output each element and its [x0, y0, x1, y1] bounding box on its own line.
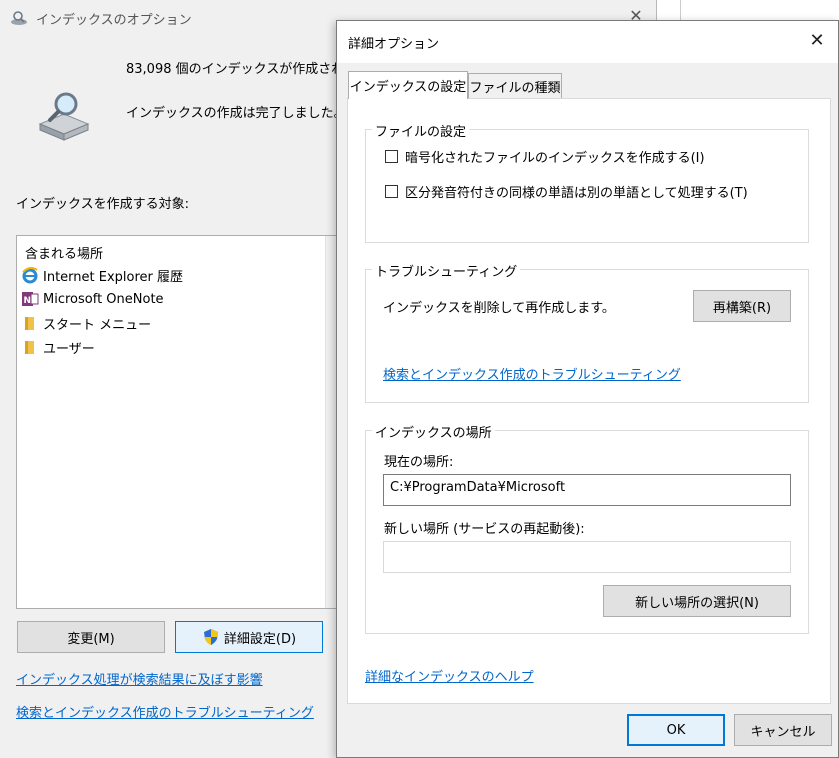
folder-icon — [25, 317, 34, 330]
dialog-title: 詳細オプション — [348, 37, 440, 52]
current-location-label: 現在の場所: — [384, 455, 454, 470]
list-item[interactable]: N Microsoft OneNote — [21, 288, 164, 310]
list-item-label: スタート メニュー — [43, 317, 152, 333]
encrypt-files-label: 暗号化されたファイルのインデックスを作成する(I) — [405, 151, 705, 166]
ok-button[interactable]: OK — [627, 714, 725, 746]
diacritics-label: 区分発音符付きの同様の単語は別の単語として処理する(T) — [405, 186, 748, 201]
file-settings-group: ファイルの設定 暗号化されたファイルのインデックスを作成する(I) 区分発音符付… — [365, 121, 809, 243]
change-button[interactable]: 変更(M) — [17, 621, 165, 653]
tab-index-settings[interactable]: インデックスの設定 — [348, 71, 468, 99]
included-locations-list[interactable]: 含まれる場所 Internet Explorer 履歴 N Microsoft … — [16, 235, 338, 609]
list-item-label: ユーザー — [43, 341, 95, 357]
list-item[interactable]: スタート メニュー — [21, 312, 151, 334]
select-new-location-button[interactable]: 新しい場所の選択(N) — [603, 585, 791, 617]
new-location-field[interactable] — [383, 541, 791, 573]
uac-shield-icon — [203, 629, 218, 645]
new-location-label: 新しい場所 (サービスの再起動後): — [384, 522, 585, 537]
index-target-label: インデックスを作成する対象: — [16, 197, 189, 212]
list-item-label: Internet Explorer 履歴 — [43, 269, 184, 285]
troubleshoot-link[interactable]: 検索とインデックス作成のトラブルシューティング — [16, 702, 314, 721]
cancel-button[interactable]: キャンセル — [734, 714, 832, 746]
encrypt-files-checkbox[interactable] — [385, 150, 398, 163]
group-title: インデックスの場所 — [372, 422, 495, 441]
advanced-settings-button[interactable]: 詳細設定(D) — [175, 621, 323, 653]
tab-file-types[interactable]: ファイルの種類 — [468, 73, 562, 99]
svg-text:N: N — [24, 296, 32, 306]
list-column-header: 含まれる場所 — [25, 247, 104, 262]
rebuild-button[interactable]: 再構築(R) — [693, 290, 791, 322]
index-help-link[interactable]: 詳細なインデックスのヘルプ — [365, 666, 534, 685]
indexed-item-count: 83,098 個のインデックスが作成されま — [126, 62, 358, 77]
list-item[interactable]: Internet Explorer 履歴 — [21, 264, 183, 286]
advanced-settings-label: 詳細設定(D) — [223, 631, 297, 647]
rebuild-description: インデックスを削除して再作成します。 — [383, 301, 615, 316]
group-title: トラブルシューティング — [372, 261, 521, 280]
hard-drive-search-icon — [38, 92, 90, 141]
troubleshooting-group: トラブルシューティング インデックスを削除して再作成します。 再構築(R) 検索… — [365, 261, 809, 403]
indexing-app-icon — [11, 11, 27, 25]
onenote-icon: N — [22, 292, 39, 306]
list-item-label: Microsoft OneNote — [43, 291, 164, 307]
indexing-status: インデックスの作成は完了しました。 — [126, 106, 347, 121]
group-title: ファイルの設定 — [372, 121, 470, 140]
index-settings-panel: ファイルの設定 暗号化されたファイルのインデックスを作成する(I) 区分発音符付… — [347, 98, 831, 704]
close-icon[interactable]: ✕ — [805, 29, 829, 53]
dialog-titlebar: 詳細オプション ✕ — [337, 21, 838, 63]
encrypt-files-option[interactable]: 暗号化されたファイルのインデックスを作成する(I) — [385, 147, 705, 166]
current-location-field[interactable]: C:¥ProgramData¥Microsoft — [383, 474, 791, 506]
folder-icon — [25, 341, 34, 354]
window-title: インデックスのオプション — [36, 13, 192, 28]
diacritics-checkbox[interactable] — [385, 185, 398, 198]
index-location-group: インデックスの場所 現在の場所: C:¥ProgramData¥Microsof… — [365, 422, 809, 634]
ie-icon — [22, 266, 38, 284]
troubleshoot-link[interactable]: 検索とインデックス作成のトラブルシューティング — [383, 364, 681, 383]
advanced-options-dialog: 詳細オプション ✕ インデックスの設定 ファイルの種類 ファイルの設定 暗号化さ… — [336, 20, 839, 758]
list-item[interactable]: ユーザー — [21, 336, 95, 358]
indexing-impact-link[interactable]: インデックス処理が検索結果に及ぼす影響 — [16, 669, 263, 688]
diacritics-option[interactable]: 区分発音符付きの同様の単語は別の単語として処理する(T) — [385, 182, 748, 201]
